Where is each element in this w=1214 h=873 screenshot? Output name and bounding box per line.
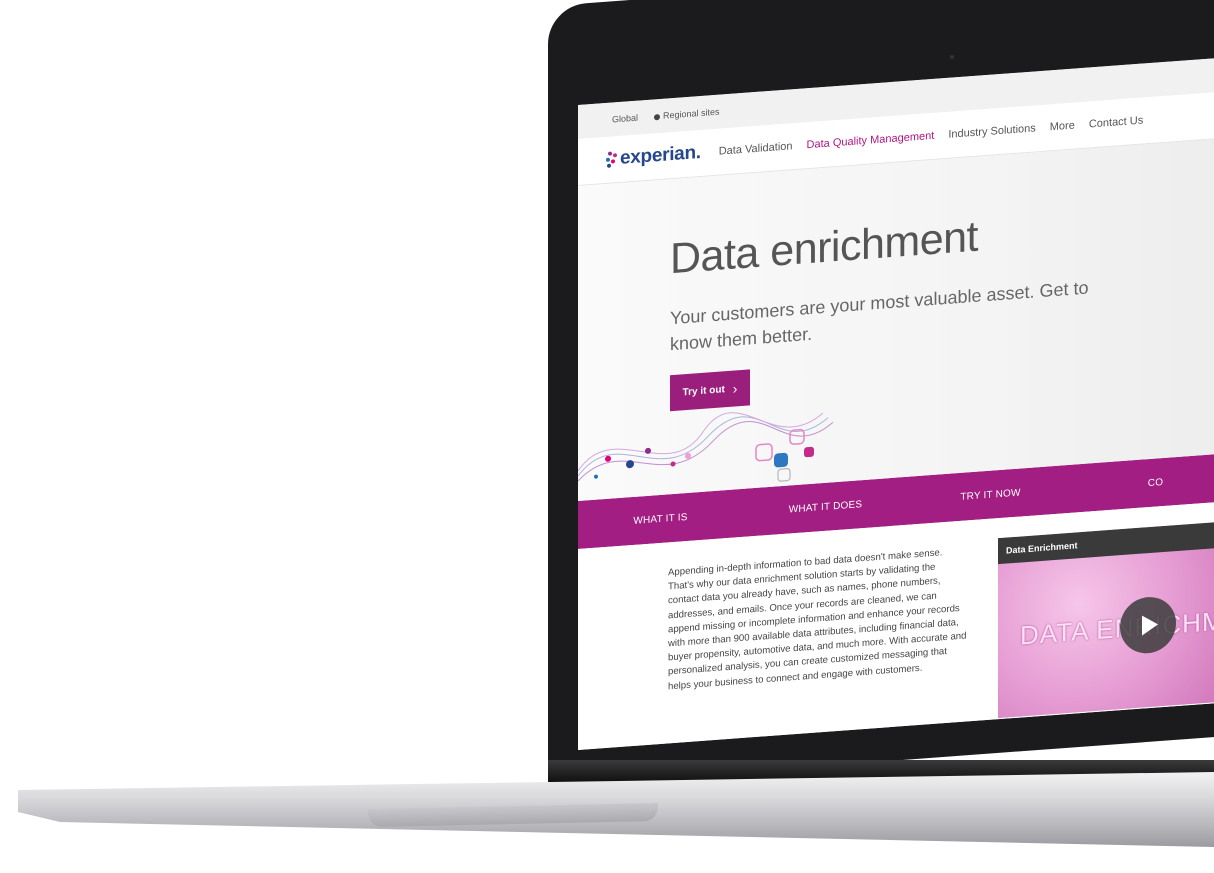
hero-subtitle: Your customers are your most valuable as… [670, 277, 1089, 355]
video-overlay-text: DATA ENRICHMENT [1020, 601, 1214, 651]
nav-data-quality-management[interactable]: Data Quality Management [807, 130, 935, 151]
video-player[interactable]: Data Enrichment DATA ENRICHMENT [998, 518, 1214, 719]
experian-logo[interactable]: experian. [606, 142, 701, 171]
video-title: Data Enrichment [998, 518, 1214, 565]
hero-section: Data enrichment Your customers are your … [578, 136, 1214, 502]
global-link[interactable]: Global [612, 113, 638, 125]
nav-contact-us[interactable]: Contact Us [1089, 114, 1143, 130]
nav-more[interactable]: More [1050, 120, 1075, 134]
logo-dots-icon [606, 151, 618, 168]
page-title: Data enrichment [670, 212, 978, 284]
chevron-right-icon: › [732, 380, 738, 397]
laptop-screen: Global Regional sites experian. Data Val… [578, 55, 1214, 751]
tab-what-it-does[interactable]: WHAT IT DOES [743, 495, 908, 518]
nav-data-validation[interactable]: Data Validation [719, 140, 793, 157]
tab-co[interactable]: CO [1073, 471, 1214, 494]
play-icon[interactable] [1120, 595, 1176, 656]
body-paragraph: Appending in-depth information to bad da… [668, 547, 967, 693]
webcam [950, 55, 954, 59]
tab-try-it-now[interactable]: TRY IT NOW [908, 483, 1073, 506]
location-pin-icon [654, 113, 661, 121]
nav-industry-solutions[interactable]: Industry Solutions [948, 122, 1035, 140]
regional-sites-link[interactable]: Regional sites [654, 107, 720, 122]
tab-what-it-is[interactable]: WHAT IT IS [578, 507, 743, 530]
